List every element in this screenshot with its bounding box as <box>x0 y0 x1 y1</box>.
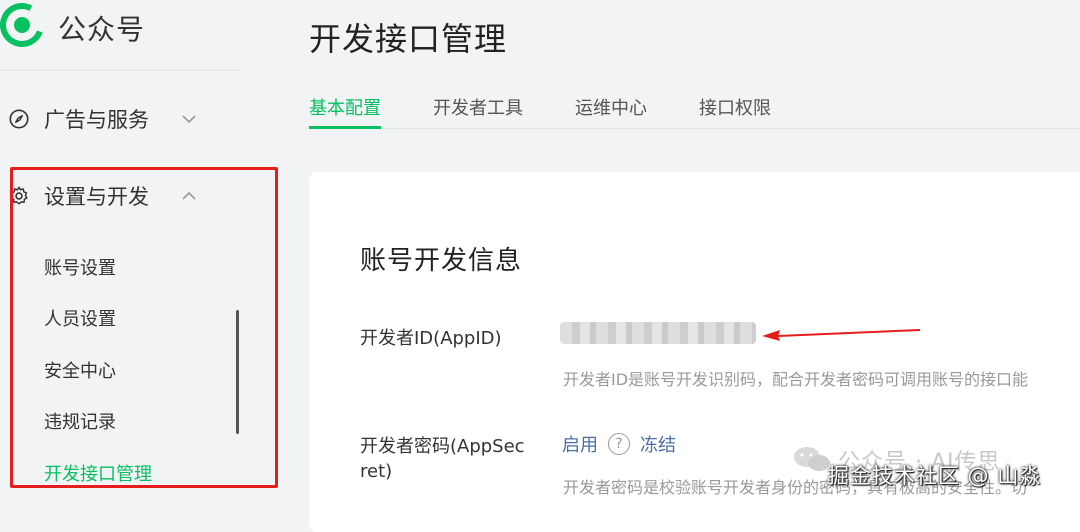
app-id-value-redacted <box>560 322 756 344</box>
tab-divider <box>309 128 1080 129</box>
chevron-up-icon <box>182 191 196 200</box>
app-id-label: 开发者ID(AppID) <box>360 328 502 349</box>
active-tab-indicator <box>309 126 381 129</box>
tab-ops-center[interactable]: 运维中心 <box>575 94 647 120</box>
gear-icon <box>10 186 28 205</box>
annotation-arrow <box>762 329 921 341</box>
tab-api-permissions[interactable]: 接口权限 <box>699 94 771 120</box>
sidebar-item-security-center[interactable]: 安全中心 <box>44 357 116 383</box>
nav-group-settings-dev[interactable]: 设置与开发 <box>0 176 240 216</box>
help-icon[interactable]: ? <box>608 433 630 455</box>
page-title: 开发接口管理 <box>309 20 508 58</box>
sidebar-item-violation-records[interactable]: 违规记录 <box>44 408 116 434</box>
divider <box>0 70 240 71</box>
tab-basic-config[interactable]: 基本配置 <box>309 94 381 120</box>
app-secret-label-line2: ret) <box>360 461 393 482</box>
sidebar-item-staff-settings[interactable]: 人员设置 <box>44 305 116 331</box>
sidebar-scrollbar[interactable] <box>236 310 239 434</box>
wechat-watermark-icon <box>794 447 830 471</box>
sidebar-item-account-settings[interactable]: 账号设置 <box>44 254 116 280</box>
app-secret-label-line1: 开发者密码(AppSec <box>360 436 525 457</box>
section-title: 账号开发信息 <box>360 246 523 276</box>
wechat-official-account-logo <box>0 3 44 47</box>
watermark-text-2: 掘金技术社区 @ 山淼 <box>828 464 1042 488</box>
sidebar: 公众号 广告与服务 设置与开发 账号设置 人员设置 安全中心 违规记录 开发接口… <box>0 0 290 505</box>
tab-developer-tools[interactable]: 开发者工具 <box>433 94 523 120</box>
chevron-down-icon <box>182 115 196 124</box>
app-id-description: 开发者ID是账号开发识别码，配合开发者密码可调用账号的接口能 <box>563 370 1029 389</box>
nav-group-label: 设置与开发 <box>44 185 149 209</box>
app-secret-actions: 启用 ? 冻结 <box>562 431 676 457</box>
freeze-link[interactable]: 冻结 <box>640 431 676 457</box>
nav-group-label: 广告与服务 <box>44 108 149 132</box>
tab-bar: 基本配置 开发者工具 运维中心 接口权限 <box>309 94 1080 129</box>
brand-name: 公众号 <box>58 13 146 46</box>
enable-link[interactable]: 启用 <box>562 431 598 457</box>
nav-group-ads-services[interactable]: 广告与服务 <box>0 99 240 139</box>
sidebar-item-dev-interface-mgmt[interactable]: 开发接口管理 <box>44 460 152 486</box>
compass-icon <box>9 109 29 129</box>
brand[interactable]: 公众号 <box>0 0 240 60</box>
